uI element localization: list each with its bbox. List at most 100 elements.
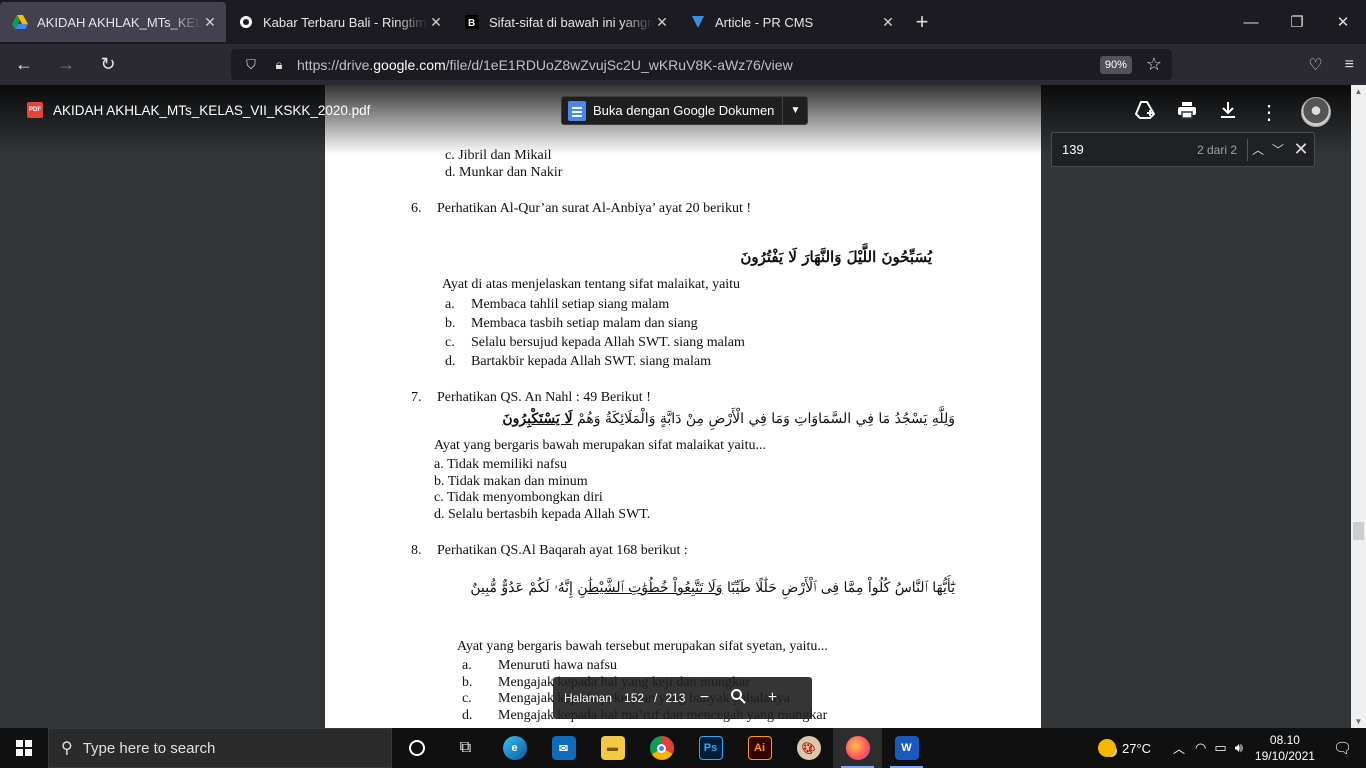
pr-cms-icon	[690, 14, 706, 30]
tab-title: Sifat-sifat di bawah ini yangmer	[489, 14, 654, 30]
folder-icon: ▬	[600, 736, 625, 760]
find-input[interactable]: 139	[1052, 142, 1197, 157]
close-tab-icon[interactable]: ✕	[428, 14, 444, 30]
photoshop-button[interactable]: Ps	[686, 728, 735, 768]
search-placeholder: Type here to search	[82, 739, 216, 757]
reload-icon[interactable]: ↻	[90, 49, 126, 81]
temperature: 27°C	[1121, 740, 1152, 756]
add-to-drive-icon[interactable]	[1134, 100, 1156, 124]
open-with-google-docs-button[interactable]: Buka dengan Google Dokumen ▼	[561, 96, 809, 125]
zoom-in-icon[interactable]: +	[755, 689, 789, 707]
page-current[interactable]: 152	[622, 691, 646, 705]
scroll-down-icon[interactable]: ▼	[1351, 717, 1366, 726]
clock[interactable]: 08.10 19/10/2021	[1255, 732, 1315, 764]
cortana-button[interactable]	[392, 728, 441, 768]
option-line: a. Tidak memiliki nafsu	[434, 457, 567, 472]
weather-sun-icon	[1097, 739, 1116, 757]
bookmark-star-icon[interactable]: ☆	[1146, 54, 1162, 75]
network-icon[interactable]: ◠	[1195, 740, 1206, 756]
viewer-tools: ⋮	[1134, 97, 1331, 127]
back-arrow-icon[interactable]: ←	[6, 49, 42, 81]
option-key: d.	[445, 354, 456, 369]
google-docs-icon	[568, 100, 586, 121]
task-view-icon: ⧉	[459, 739, 472, 756]
start-button[interactable]	[0, 728, 48, 768]
forward-arrow-icon[interactable]: →	[48, 49, 84, 81]
pocket-icon[interactable]: ♡	[1308, 55, 1322, 75]
tab-kabar-bali[interactable]: Kabar Terbaru Bali - Ringtimes B ✕	[226, 2, 452, 42]
address-bar[interactable]: ⛉ 🔒︎ https://drive.google.com/file/d/1eE…	[231, 49, 1172, 80]
print-icon[interactable]	[1177, 101, 1197, 124]
file-title: PDF AKIDAH AKHLAK_MTs_KELAS_VII_KSKK_202…	[27, 102, 370, 118]
brainly-icon: B	[464, 14, 480, 30]
file-explorer-button[interactable]: ▬	[588, 728, 637, 768]
arabic-verse: وَلِلَّهِ يَسْجُدُ مَا فِي السَّمَاوَاتِ…	[502, 411, 955, 427]
google-drive-icon	[12, 14, 28, 30]
scroll-up-icon[interactable]: ▲	[1351, 87, 1366, 96]
arabic-verse: يُسَبِّحُونَ اللَّيْلَ وَالنَّهَارَ لَا …	[740, 248, 932, 266]
option-text: Menuruti hawa nafsu	[498, 658, 617, 673]
close-icon[interactable]: ✕	[1288, 139, 1314, 160]
taskbar-search[interactable]: ⚲ Type here to search	[48, 728, 392, 768]
option-text: Membaca tasbih setiap malam dan siang	[471, 316, 698, 331]
battery-icon[interactable]: ▭	[1214, 740, 1226, 756]
option-key: b.	[445, 316, 456, 331]
chrome-button[interactable]	[637, 728, 686, 768]
mail-button[interactable]: ✉	[539, 728, 588, 768]
svg-text:B: B	[468, 18, 475, 29]
tab-sifat-sifat[interactable]: B Sifat-sifat di bawah ini yangmer ✕	[452, 2, 678, 42]
weather-widget[interactable]: 27°C	[1097, 739, 1152, 757]
tab-title: Article - PR CMS	[715, 14, 814, 30]
more-options-icon[interactable]: ⋮	[1259, 100, 1279, 125]
cortana-icon	[408, 740, 425, 756]
menu-icon[interactable]: ≡	[1345, 56, 1354, 74]
lock-icon[interactable]: 🔒︎	[269, 57, 289, 73]
new-tab-button[interactable]: +	[904, 0, 940, 44]
toolbar-right: ♡ ≡	[1308, 44, 1354, 85]
volume-icon[interactable]: 🔊︎	[1235, 740, 1243, 756]
close-tab-icon[interactable]: ✕	[202, 14, 218, 30]
page-label: Halaman	[564, 691, 613, 705]
notification-icon[interactable]: 🗨︎	[1333, 739, 1352, 757]
system-tray: 27°C ︿ ◠ ▭ 🔊︎ 08.10 19/10/2021 🗨︎	[1097, 728, 1366, 768]
zoom-out-icon[interactable]: −	[687, 689, 721, 707]
photoshop-icon: Ps	[698, 736, 723, 760]
chevron-down-icon[interactable]: ▼	[783, 105, 807, 116]
open-with-main[interactable]: Buka dengan Google Dokumen	[562, 97, 784, 124]
shield-icon[interactable]: ⛉	[241, 57, 261, 73]
chevron-up-icon[interactable]: ︿	[1248, 141, 1268, 158]
vertical-scrollbar[interactable]: ▲ ▼	[1351, 85, 1366, 728]
word-button[interactable]: W	[882, 728, 931, 768]
tab-pr-cms[interactable]: Article - PR CMS ✕	[678, 2, 904, 42]
pdf-viewer: c. Jibril dan Mikail d. Munkar dan Nakir…	[0, 85, 1351, 728]
download-icon[interactable]	[1219, 101, 1237, 124]
zoom-search-icon[interactable]	[721, 688, 755, 709]
option-key: d.	[462, 708, 473, 723]
question-number: 7.	[411, 390, 422, 405]
firefox-button[interactable]	[833, 728, 882, 768]
option-text: Membaca tahlil setiap siang malam	[471, 297, 670, 312]
paint-button[interactable]: 🎨︎	[784, 728, 833, 768]
tab-akidah-akhlak[interactable]: AKIDAH AKHLAK_MTs_KELAS_V ✕	[0, 2, 226, 42]
option-text: Selalu bersujud kepada Allah SWT. siang …	[471, 335, 745, 350]
task-view-button[interactable]: ⧉	[441, 728, 490, 768]
restore-icon[interactable]: ❐	[1274, 0, 1320, 44]
chevron-up-icon[interactable]: ︿	[1173, 740, 1185, 757]
illustrator-button[interactable]: Ai	[735, 728, 784, 768]
word-icon: W	[894, 736, 919, 760]
zoom-indicator[interactable]: 90%	[1099, 55, 1132, 74]
edge-button[interactable]: e	[490, 728, 539, 768]
file-name: AKIDAH AKHLAK_MTs_KELAS_VII_KSKK_2020.pd…	[53, 102, 371, 118]
close-tab-icon[interactable]: ✕	[880, 14, 896, 30]
scrollbar-thumb[interactable]	[1353, 522, 1364, 540]
minimize-icon[interactable]: —	[1228, 0, 1274, 44]
open-with-label: Buka dengan Google Dokumen	[593, 103, 775, 118]
pdf-page: c. Jibril dan Mikail d. Munkar dan Nakir…	[325, 85, 1041, 728]
clock-time: 08.10	[1269, 733, 1300, 747]
page-separator: /	[654, 691, 658, 705]
avatar[interactable]	[1301, 97, 1331, 127]
chevron-down-icon[interactable]: ﹀	[1268, 141, 1288, 158]
close-tab-icon[interactable]: ✕	[654, 14, 670, 30]
question-text: Perhatikan QS. An Nahl : 49 Berikut !	[437, 390, 651, 405]
close-window-icon[interactable]: ✕	[1320, 0, 1366, 44]
